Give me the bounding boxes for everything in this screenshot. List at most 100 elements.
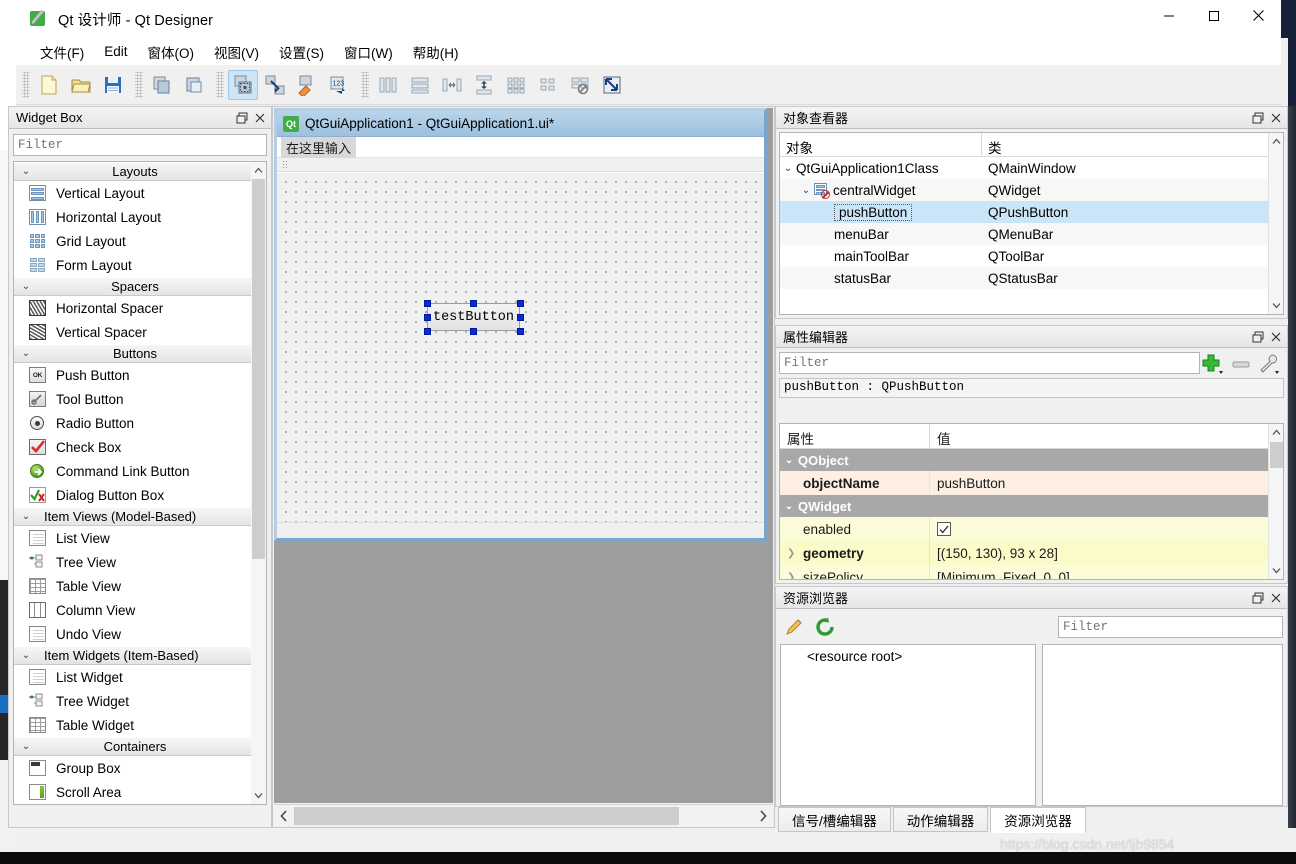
widget-item-undo-view[interactable]: Undo View xyxy=(14,622,266,646)
scroll-down-arrow-icon[interactable] xyxy=(1269,562,1284,579)
property-table-scrollbar[interactable] xyxy=(1268,424,1283,579)
widget-item-list-widget[interactable]: List Widget xyxy=(14,665,266,689)
property-row-enabled[interactable]: enabled xyxy=(780,517,1283,541)
property-row-sizepolicy[interactable]: ❯sizePolicy [Minimum, Fixed, 0, 0] xyxy=(780,565,1283,580)
widget-box-category-item-views[interactable]: ⌄ Item Views (Model-Based) xyxy=(14,507,266,526)
widget-item-check-box[interactable]: Check Box xyxy=(14,435,266,459)
resize-handle-top-left[interactable] xyxy=(424,300,431,307)
widget-item-vertical-spacer[interactable]: Vertical Spacer xyxy=(14,320,266,344)
table-row[interactable]: ⌄ centralWidget QWidget xyxy=(780,179,1283,201)
menu-window[interactable]: 窗口(W) xyxy=(334,39,403,65)
resource-root-item[interactable]: <resource root> xyxy=(781,649,1035,664)
layout-grid-icon[interactable] xyxy=(501,70,531,100)
toolbar-grip-2[interactable] xyxy=(135,72,143,98)
tab-signal-slot-editor[interactable]: 信号/槽编辑器 xyxy=(778,807,891,832)
widget-item-column-view[interactable]: Column View xyxy=(14,598,266,622)
property-editor-close-button[interactable] xyxy=(1267,328,1285,346)
minimize-button[interactable] xyxy=(1146,0,1191,31)
widget-box-scrollbar[interactable] xyxy=(251,162,266,804)
resize-handle-left[interactable] xyxy=(424,314,431,321)
widget-item-horizontal-layout[interactable]: Horizontal Layout xyxy=(14,205,266,229)
resize-handle-bottom-left[interactable] xyxy=(424,328,431,335)
form-window[interactable]: Qt QtGuiApplication1 - QtGuiApplication1… xyxy=(274,108,767,541)
edit-widgets-icon[interactable] xyxy=(228,70,258,100)
resource-filter-input[interactable] xyxy=(1058,616,1283,638)
tab-action-editor[interactable]: 动作编辑器 xyxy=(893,807,989,832)
widget-item-grid-layout[interactable]: Grid Layout xyxy=(14,229,266,253)
resize-handle-top-right[interactable] xyxy=(517,300,524,307)
property-value[interactable]: [Minimum, Fixed, 0, 0] xyxy=(930,565,1283,580)
scroll-up-arrow-icon[interactable] xyxy=(251,162,266,179)
widget-box-float-button[interactable] xyxy=(233,109,251,127)
column-header-class[interactable]: 类 xyxy=(982,133,1283,156)
mdi-scroll-thumb[interactable] xyxy=(294,807,679,825)
table-row[interactable]: menuBar QMenuBar xyxy=(780,223,1283,245)
edit-signals-slots-icon[interactable] xyxy=(260,70,290,100)
property-row-objectname[interactable]: objectName pushButton xyxy=(780,471,1283,495)
property-value[interactable]: pushButton xyxy=(930,471,1283,495)
widget-item-group-box[interactable]: Group Box xyxy=(14,756,266,780)
close-button[interactable] xyxy=(1236,0,1281,31)
resource-preview-pane[interactable] xyxy=(1042,644,1283,806)
table-row[interactable]: ⌄QtGuiApplication1Class QMainWindow xyxy=(780,157,1283,179)
widget-item-tree-view[interactable]: Tree View xyxy=(14,550,266,574)
widget-box-category-item-widgets[interactable]: ⌄ Item Widgets (Item-Based) xyxy=(14,646,266,665)
form-menubar-placeholder[interactable]: 在这里输入 xyxy=(281,137,356,158)
column-header-property[interactable]: 属性 xyxy=(780,424,930,448)
adjust-size-icon[interactable] xyxy=(597,70,627,100)
menu-edit[interactable]: Edit xyxy=(94,41,137,62)
widget-box-category-containers[interactable]: ⌄ Containers xyxy=(14,737,266,756)
reload-icon[interactable] xyxy=(810,614,840,640)
table-row[interactable]: statusBar QStatusBar xyxy=(780,267,1283,289)
test-button-widget[interactable]: testButton xyxy=(427,303,520,331)
layout-splitter-h-icon[interactable] xyxy=(437,70,467,100)
widget-box-close-button[interactable] xyxy=(251,109,269,127)
property-group-qobject[interactable]: ⌄ QObject xyxy=(780,449,1283,471)
menu-view[interactable]: 视图(V) xyxy=(204,39,269,65)
resource-browser-float-button[interactable] xyxy=(1249,589,1267,607)
toolbar-grip-4[interactable] xyxy=(361,72,369,98)
menu-file[interactable]: 文件(F) xyxy=(30,39,94,65)
widget-item-command-link-button[interactable]: Command Link Button xyxy=(14,459,266,483)
menu-settings[interactable]: 设置(S) xyxy=(269,39,334,65)
widget-box-category-buttons[interactable]: ⌄ Buttons xyxy=(14,344,266,363)
property-value[interactable]: [(150, 130), 93 x 28] xyxy=(930,541,1283,565)
form-menu-bar[interactable]: 在这里输入 xyxy=(277,137,764,158)
widget-item-tool-button[interactable]: Tool Button xyxy=(14,387,266,411)
copy-icon[interactable] xyxy=(147,70,177,100)
resize-handle-top[interactable] xyxy=(470,300,477,307)
resize-handle-bottom-right[interactable] xyxy=(517,328,524,335)
add-dynamic-property-icon[interactable] xyxy=(1200,351,1228,375)
widget-item-table-widget[interactable]: Table Widget xyxy=(14,713,266,737)
table-row[interactable]: mainToolBar QToolBar xyxy=(780,245,1283,267)
property-scroll-thumb[interactable] xyxy=(1270,442,1283,468)
chevron-down-icon[interactable]: ⌄ xyxy=(780,163,796,174)
widget-box-scroll-thumb[interactable] xyxy=(252,179,265,559)
widget-item-table-view[interactable]: Table View xyxy=(14,574,266,598)
widget-box-filter-input[interactable] xyxy=(13,134,267,156)
remove-dynamic-property-icon[interactable] xyxy=(1228,351,1256,375)
widget-item-vertical-layout[interactable]: Vertical Layout xyxy=(14,181,266,205)
resource-browser-close-button[interactable] xyxy=(1267,589,1285,607)
property-editor-float-button[interactable] xyxy=(1249,328,1267,346)
scroll-up-arrow-icon[interactable] xyxy=(1269,424,1284,441)
scroll-up-arrow-icon[interactable] xyxy=(1269,133,1284,150)
property-group-qwidget[interactable]: ⌄ QWidget xyxy=(780,495,1283,517)
object-inspector-float-button[interactable] xyxy=(1249,109,1267,127)
form-toolbar-grip[interactable] xyxy=(282,160,288,170)
widget-item-push-button[interactable]: OK Push Button xyxy=(14,363,266,387)
paste-icon[interactable] xyxy=(179,70,209,100)
chevron-down-icon[interactable]: ⌄ xyxy=(798,185,814,196)
open-form-icon[interactable] xyxy=(66,70,96,100)
scroll-down-arrow-icon[interactable] xyxy=(1269,297,1284,314)
break-layout-icon[interactable] xyxy=(565,70,595,100)
enabled-checkbox[interactable] xyxy=(937,522,951,536)
menu-help[interactable]: 帮助(H) xyxy=(403,39,469,65)
property-row-geometry[interactable]: ❯geometry [(150, 130), 93 x 28] xyxy=(780,541,1283,565)
layout-horizontal-icon[interactable] xyxy=(373,70,403,100)
widget-item-dialog-button-box[interactable]: Dialog Button Box xyxy=(14,483,266,507)
save-form-icon[interactable] xyxy=(98,70,128,100)
mdi-horizontal-scrollbar[interactable] xyxy=(274,804,773,826)
property-filter-input[interactable] xyxy=(779,352,1200,374)
widget-box-category-spacers[interactable]: ⌄ Spacers xyxy=(14,277,266,296)
